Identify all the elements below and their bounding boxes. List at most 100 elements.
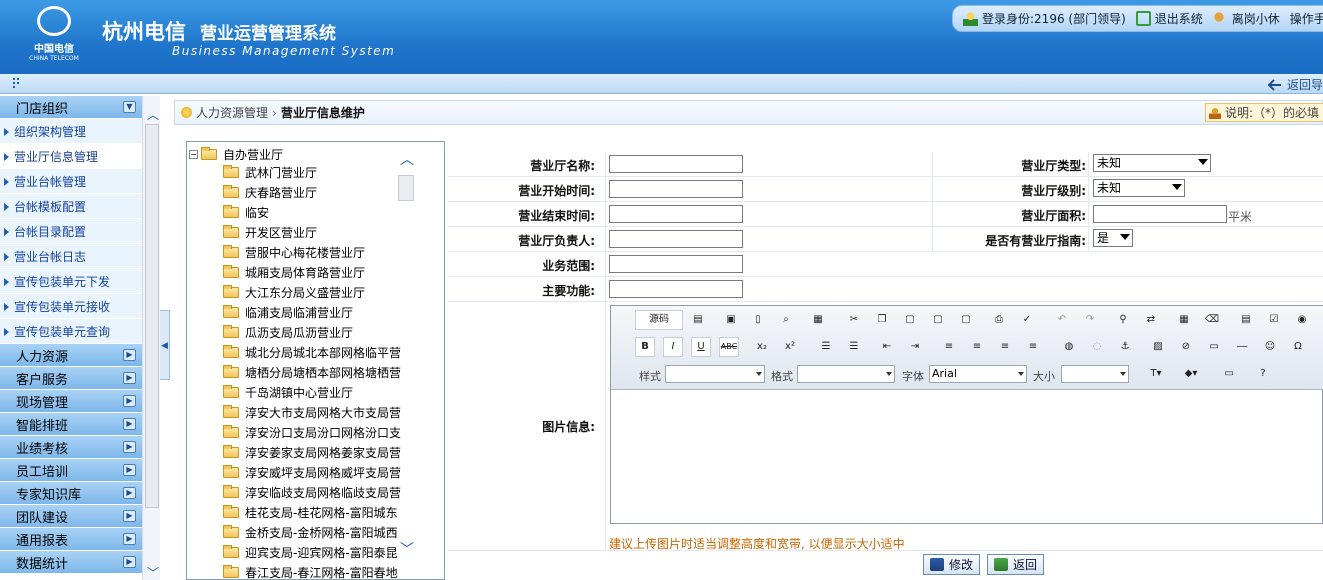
sidebar-section-site[interactable]: 现场管理 ▶ xyxy=(0,390,142,413)
sidebar-item-hall-info[interactable]: 营业厅信息管理 xyxy=(0,144,142,169)
strike-icon[interactable]: ABC xyxy=(719,337,739,357)
scroll-thumb[interactable] xyxy=(145,124,159,508)
save-button[interactable]: 修改 xyxy=(923,554,981,575)
link-icon[interactable]: ◍ xyxy=(1059,337,1079,357)
bold-icon[interactable]: B xyxy=(635,337,655,357)
expand-icon[interactable]: ▶ xyxy=(123,349,136,361)
maximize-icon[interactable]: ▭ xyxy=(1219,364,1239,384)
breadcrumb-parent[interactable]: 人力资源管理 xyxy=(196,104,268,121)
tree-root[interactable]: − 自办营业厅 xyxy=(189,144,283,164)
indent-icon[interactable]: ⇥ xyxy=(905,337,925,357)
expand-icon[interactable]: ▶ xyxy=(123,395,136,407)
sidebar-section-hr[interactable]: 人力资源 ▶ xyxy=(0,344,142,367)
save-icon[interactable]: ▣ xyxy=(721,310,741,330)
sidebar-item-ledger-dir[interactable]: 台帐目录配置 xyxy=(0,219,142,244)
help-icon[interactable]: ? xyxy=(1253,364,1273,384)
outdent-icon[interactable]: ⇤ xyxy=(877,337,897,357)
scroll-down-icon[interactable]: ﹀ xyxy=(147,567,159,579)
hall-level-select[interactable]: 未知 xyxy=(1093,179,1185,197)
manual-link[interactable]: 操作手 xyxy=(1290,10,1323,27)
collapse-icon[interactable]: ▼ xyxy=(123,101,136,113)
align-right-icon[interactable]: ≡ xyxy=(995,337,1015,357)
bg-color-icon[interactable]: ◆▾ xyxy=(1176,364,1206,384)
start-time-input[interactable] xyxy=(609,180,743,198)
sidebar-section-training[interactable]: 员工培训 ▶ xyxy=(0,459,142,482)
function-input[interactable] xyxy=(609,280,743,298)
table-icon[interactable]: ▭ xyxy=(1204,337,1224,357)
subscript-icon[interactable]: x₂ xyxy=(752,337,772,357)
sidebar-item-ledger-template[interactable]: 台帐模板配置 xyxy=(0,194,142,219)
source-button[interactable]: 源码 xyxy=(635,310,683,330)
checkbox-icon[interactable]: ☑ xyxy=(1264,310,1284,330)
expand-icon[interactable]: ▶ xyxy=(123,487,136,499)
tree-scrollbar[interactable]: ︿ ﹀ xyxy=(398,153,414,580)
new-page-icon[interactable]: ▯ xyxy=(748,310,768,330)
paste-text-icon[interactable]: ▢ xyxy=(928,310,948,330)
tree-scroll-down-icon[interactable]: ﹀ xyxy=(400,543,414,557)
sidebar-item-promo-query[interactable]: 宣传包装单元查询 xyxy=(0,319,142,344)
expand-icon[interactable]: ▶ xyxy=(123,510,136,522)
back-nav-link[interactable]: 返回导 xyxy=(1267,76,1323,93)
expand-icon[interactable]: ▶ xyxy=(123,533,136,545)
print-icon[interactable]: ⎙ xyxy=(989,310,1009,330)
sidebar-section-team[interactable]: 团队建设 ▶ xyxy=(0,505,142,528)
bullet-list-icon[interactable]: ☰ xyxy=(844,337,864,357)
select-all-icon[interactable]: ▦ xyxy=(1174,310,1194,330)
undo-icon[interactable]: ↶ xyxy=(1052,310,1072,330)
ordered-list-icon[interactable]: ☰ xyxy=(816,337,836,357)
owner-input[interactable] xyxy=(609,230,743,248)
back-button[interactable]: 返回 xyxy=(987,554,1045,575)
anchor-icon[interactable]: ⚓ xyxy=(1115,337,1135,357)
flash-icon[interactable]: ⊘ xyxy=(1176,337,1196,357)
font-combo[interactable]: Arial xyxy=(929,365,1027,383)
sidebar-item-promo-recv[interactable]: 宣传包装单元接收 xyxy=(0,294,142,319)
find-icon[interactable]: ⚲ xyxy=(1113,310,1133,330)
smiley-icon[interactable]: ☺ xyxy=(1260,337,1280,357)
expand-icon[interactable]: ▶ xyxy=(123,418,136,430)
sidebar-section-store[interactable]: 门店组织 ▼ xyxy=(0,96,142,119)
sidebar-scrollbar[interactable]: ︿ ﹀ xyxy=(142,96,160,580)
remove-format-icon[interactable]: ⌫ xyxy=(1202,310,1222,330)
superscript-icon[interactable]: x² xyxy=(780,337,800,357)
align-left-icon[interactable]: ≡ xyxy=(939,337,959,357)
hall-area-input[interactable] xyxy=(1093,205,1227,223)
form-icon[interactable]: ▤ xyxy=(1236,310,1256,330)
align-center-icon[interactable]: ≡ xyxy=(967,337,987,357)
expand-icon[interactable]: ▶ xyxy=(123,556,136,568)
print-preview-icon[interactable]: ⌕ xyxy=(776,310,796,330)
tree-scroll-thumb[interactable] xyxy=(398,175,414,201)
sidebar-item-org[interactable]: 组织架构管理 xyxy=(0,119,142,144)
sidebar-section-kpi[interactable]: 业绩考核 ▶ xyxy=(0,436,142,459)
rich-text-editor[interactable]: 源码 ▤ ▣ ▯ ⌕ ▦ ✂ ❐ ▢ ▢ ▢ ⎙ ✓ ↶ ↷ ⚲ ⇄ ▦ ⌫ ▤… xyxy=(610,305,1323,524)
expand-icon[interactable]: ▶ xyxy=(123,372,136,384)
justify-icon[interactable]: ≡ xyxy=(1023,337,1043,357)
sidebar-item-promo-send[interactable]: 宣传包装单元下发 xyxy=(0,269,142,294)
away-link[interactable]: 离岗小休 xyxy=(1212,10,1280,27)
style-combo[interactable] xyxy=(665,365,765,383)
sidebar-section-knowledge[interactable]: 专家知识库 ▶ xyxy=(0,482,142,505)
cut-icon[interactable]: ✂ xyxy=(844,310,864,330)
end-time-input[interactable] xyxy=(609,205,743,223)
expand-icon[interactable]: ▶ xyxy=(123,441,136,453)
hr-icon[interactable]: ― xyxy=(1232,337,1252,357)
replace-icon[interactable]: ⇄ xyxy=(1141,310,1161,330)
unlink-icon[interactable]: ◌ xyxy=(1087,337,1107,357)
sidebar-section-stats[interactable]: 数据统计 ▶ xyxy=(0,551,142,574)
paste-icon[interactable]: ▢ xyxy=(900,310,920,330)
sidebar-item-ledger-log[interactable]: 营业台帐日志 xyxy=(0,244,142,269)
tree-scroll-up-icon[interactable]: ︿ xyxy=(400,153,414,167)
expand-icon[interactable]: ▶ xyxy=(123,464,136,476)
sidebar-item-ledger[interactable]: 营业台帐管理 xyxy=(0,169,142,194)
preview-icon[interactable]: ▤ xyxy=(688,310,708,330)
copy-icon[interactable]: ❐ xyxy=(872,310,892,330)
hall-type-select[interactable]: 未知 xyxy=(1093,154,1211,172)
sidebar-section-schedule[interactable]: 智能排班 ▶ xyxy=(0,413,142,436)
sidebar-section-reports[interactable]: 通用报表 ▶ xyxy=(0,528,142,551)
paste-word-icon[interactable]: ▢ xyxy=(956,310,976,330)
format-combo[interactable] xyxy=(797,365,895,383)
sidebar-section-customer[interactable]: 客户服务 ▶ xyxy=(0,367,142,390)
sidebar-collapse-handle[interactable]: ◀ xyxy=(160,310,170,380)
editor-content[interactable] xyxy=(611,391,1322,523)
special-char-icon[interactable]: Ω xyxy=(1288,337,1308,357)
italic-icon[interactable]: I xyxy=(663,337,683,357)
